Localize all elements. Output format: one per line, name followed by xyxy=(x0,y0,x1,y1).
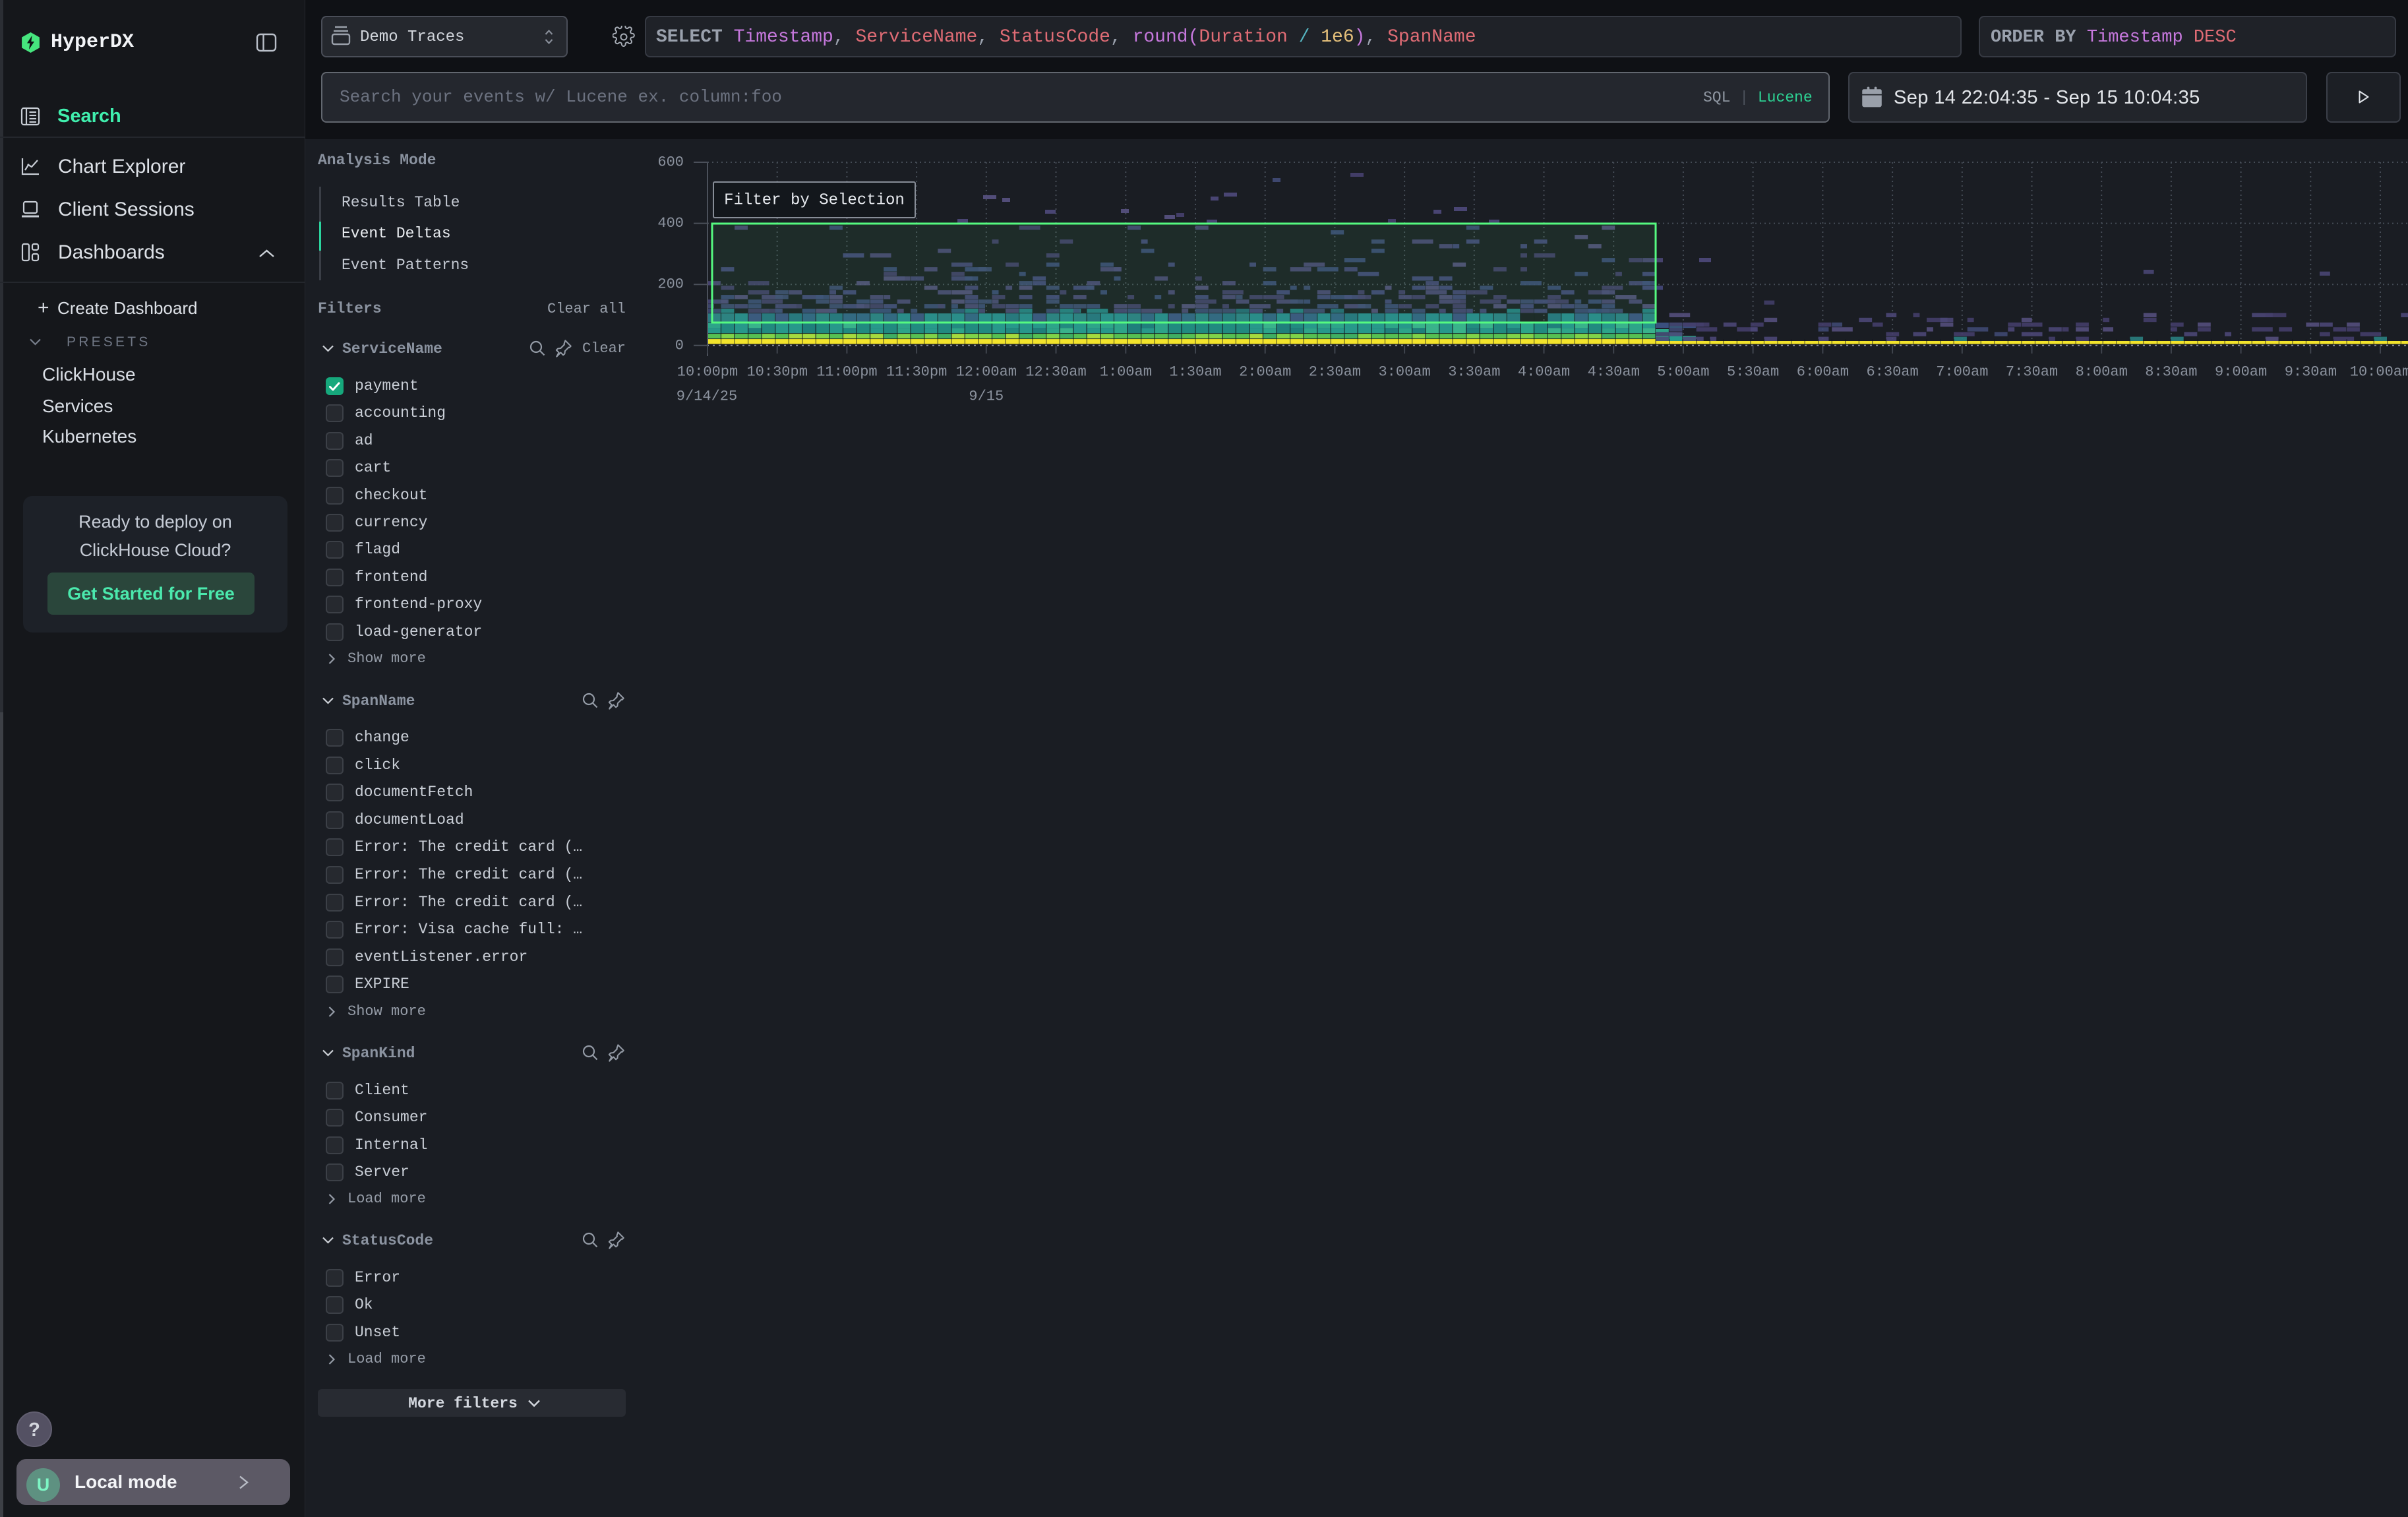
svg-text:0: 0 xyxy=(675,337,684,354)
svg-text:1:00am: 1:00am xyxy=(1100,364,1152,381)
svg-text:8:30am: 8:30am xyxy=(2145,364,2197,381)
svg-text:12:30am: 12:30am xyxy=(1025,364,1086,381)
svg-text:6:30am: 6:30am xyxy=(1866,364,1918,381)
svg-text:Filter by Selection: Filter by Selection xyxy=(724,192,905,210)
svg-text:7:30am: 7:30am xyxy=(2006,364,2058,381)
svg-text:200: 200 xyxy=(657,276,684,293)
svg-text:12:00am: 12:00am xyxy=(956,364,1017,381)
svg-text:10:00pm: 10:00pm xyxy=(677,364,738,381)
svg-text:9:00am: 9:00am xyxy=(2215,364,2267,381)
svg-text:3:30am: 3:30am xyxy=(1448,364,1500,381)
svg-text:10:30pm: 10:30pm xyxy=(746,364,807,381)
svg-text:3:00am: 3:00am xyxy=(1378,364,1430,381)
svg-text:5:00am: 5:00am xyxy=(1657,364,1709,381)
svg-text:2:00am: 2:00am xyxy=(1239,364,1291,381)
svg-text:4:30am: 4:30am xyxy=(1588,364,1640,381)
svg-text:11:30pm: 11:30pm xyxy=(886,364,947,381)
svg-text:9/14/25: 9/14/25 xyxy=(677,388,737,405)
svg-text:9/15: 9/15 xyxy=(969,388,1004,405)
svg-text:4:00am: 4:00am xyxy=(1518,364,1570,381)
svg-text:7:00am: 7:00am xyxy=(1936,364,1988,381)
svg-text:600: 600 xyxy=(657,154,684,171)
svg-text:10:00am: 10:00am xyxy=(2350,364,2408,381)
svg-text:1:30am: 1:30am xyxy=(1169,364,1221,381)
svg-text:9:30am: 9:30am xyxy=(2285,364,2337,381)
svg-text:8:00am: 8:00am xyxy=(2076,364,2128,381)
svg-text:5:30am: 5:30am xyxy=(1727,364,1779,381)
svg-text:11:00pm: 11:00pm xyxy=(816,364,877,381)
svg-text:400: 400 xyxy=(657,215,684,232)
svg-text:6:00am: 6:00am xyxy=(1797,364,1849,381)
svg-text:2:30am: 2:30am xyxy=(1309,364,1361,381)
